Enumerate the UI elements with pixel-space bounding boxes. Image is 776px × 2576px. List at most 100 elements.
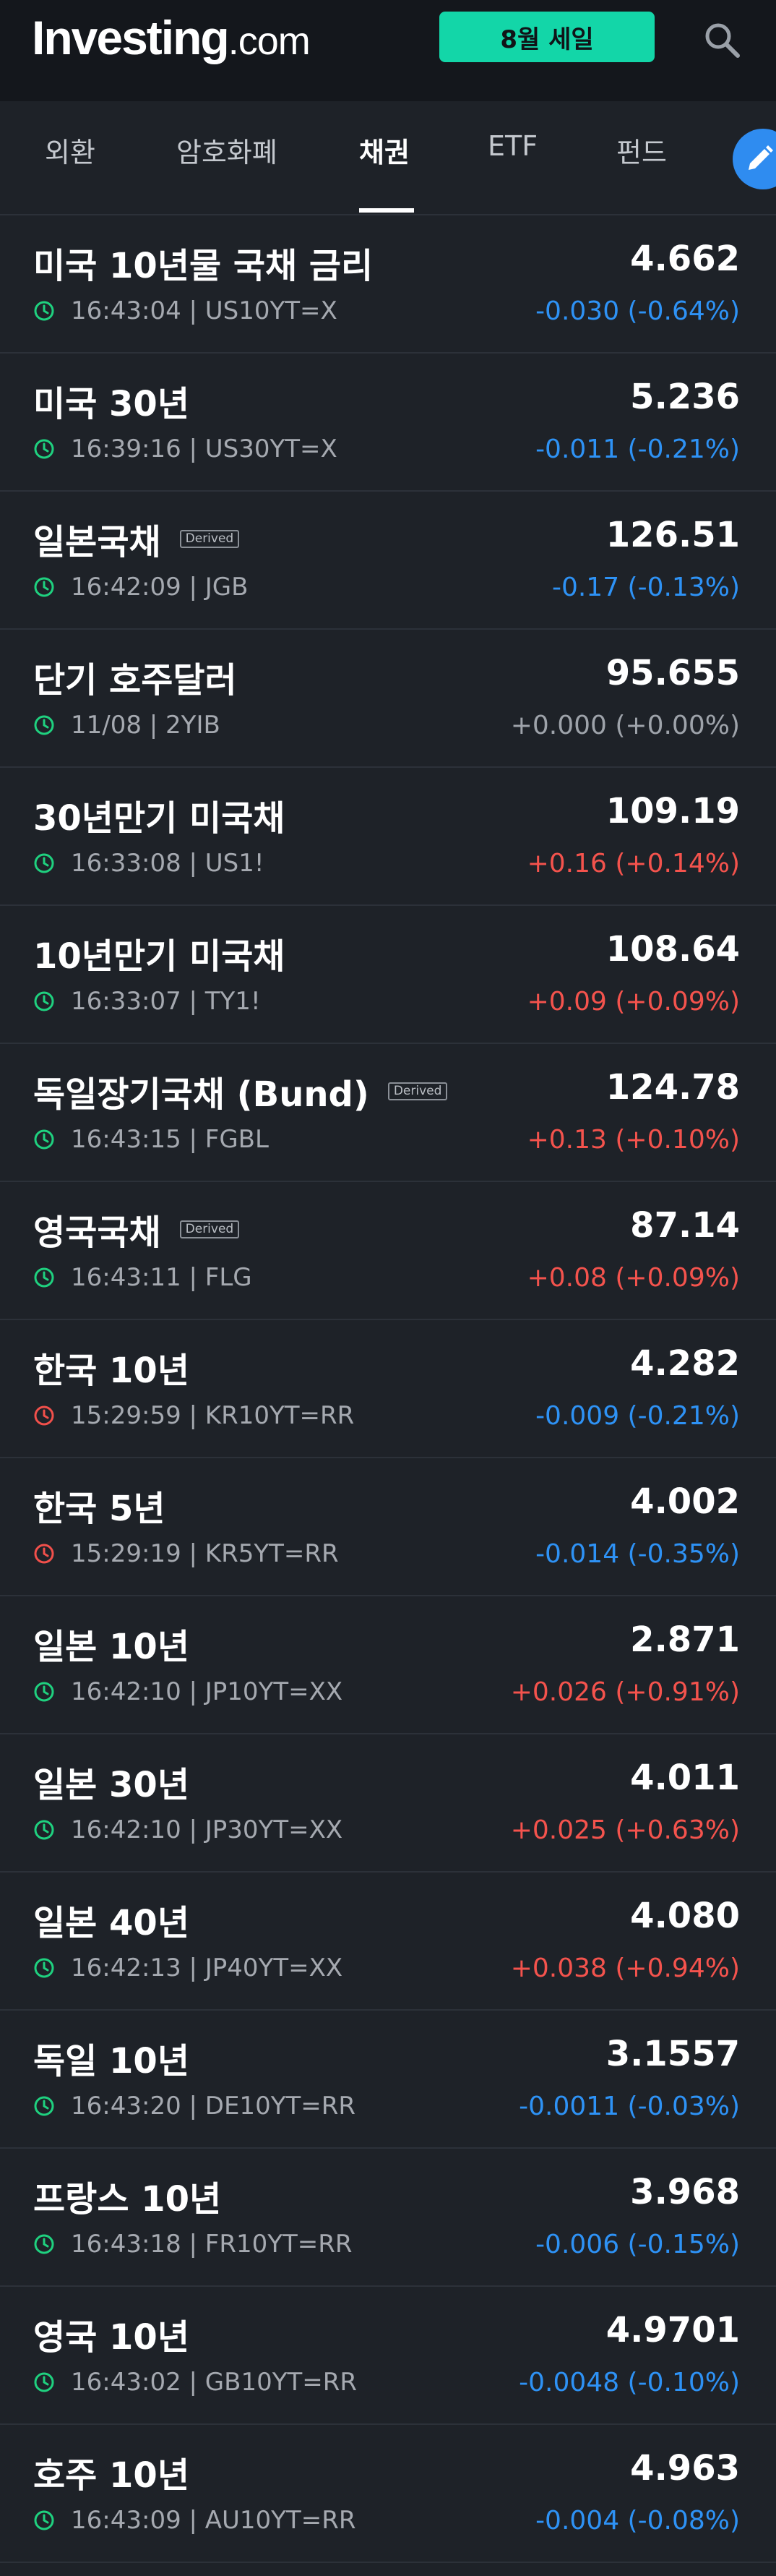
instrument-time-symbol: 16:42:13 | JP40YT=XX [71, 1954, 343, 1982]
instrument-change: -0.0048 (-0.10%) [519, 2368, 740, 2397]
instrument-row[interactable]: 프랑스 10년 3.968 16:43:18 | FR10YT=RR -0.00… [0, 2149, 776, 2287]
instrument-row[interactable]: 일본 30년 4.011 16:42:10 | JP30YT=XX +0.025… [0, 1734, 776, 1873]
instrument-time-symbol: 16:42:10 | JP30YT=XX [71, 1815, 343, 1844]
instrument-time-symbol: 16:43:15 | FGBL [71, 1125, 269, 1154]
instrument-price: 87.14 [630, 1205, 740, 1246]
tab-crypto[interactable]: 암호화폐 [176, 130, 277, 170]
instrument-row[interactable]: 미국 10년물 국채 금리 4.662 16:43:04 | US10YT=X … [0, 215, 776, 354]
clock-icon [34, 1544, 54, 1564]
instrument-meta: 15:29:59 | KR10YT=RR [33, 1401, 354, 1430]
instrument-name-wrap: 미국 30년 [33, 375, 189, 426]
clock-icon [34, 2372, 54, 2392]
instrument-price: 4.011 [630, 1758, 740, 1798]
bond-list: 미국 10년물 국채 금리 4.662 16:43:04 | US10YT=X … [0, 215, 776, 2563]
instrument-change: -0.006 (-0.15%) [535, 2230, 740, 2259]
clock-icon [34, 1129, 54, 1150]
tab-etf[interactable]: ETF [488, 130, 538, 162]
clock-icon [34, 1682, 54, 1702]
clock-icon [34, 1267, 54, 1288]
instrument-name: 프랑스 10년 [33, 2179, 222, 2220]
instrument-change: -0.0011 (-0.03%) [519, 2092, 740, 2121]
instrument-price: 2.871 [630, 1619, 740, 1660]
instrument-meta: 16:42:09 | JGB [33, 573, 248, 602]
instrument-name-wrap: 일본 40년 [33, 1894, 189, 1945]
pencil-icon [749, 145, 773, 170]
instrument-name-wrap: 호주 10년 [33, 2447, 189, 2497]
instrument-change: -0.004 (-0.08%) [535, 2506, 740, 2536]
instrument-row[interactable]: 영국국채 Derived 87.14 16:43:11 | FLG +0.08 … [0, 1182, 776, 1320]
instrument-name-wrap: 단기 호주달러 [33, 651, 237, 702]
instrument-row[interactable]: 한국 5년 4.002 15:29:19 | KR5YT=RR -0.014 (… [0, 1458, 776, 1596]
clock-icon [34, 2510, 54, 2530]
instrument-meta: 16:33:08 | US1! [33, 849, 264, 878]
instrument-name-wrap: 영국국채 Derived [33, 1204, 240, 1254]
instrument-name-wrap: 30년만기 미국채 [33, 790, 285, 840]
instrument-change: -0.011 (-0.21%) [535, 435, 740, 464]
instrument-change: +0.025 (+0.63%) [510, 1815, 740, 1845]
instrument-row[interactable]: 영국 10년 4.9701 16:43:02 | GB10YT=RR -0.00… [0, 2287, 776, 2425]
instrument-name: 미국 10년물 국채 금리 [33, 246, 374, 286]
derived-badge: Derived [179, 529, 240, 548]
instrument-row[interactable]: 한국 10년 4.282 15:29:59 | KR10YT=RR -0.009… [0, 1320, 776, 1458]
instrument-change: +0.026 (+0.91%) [510, 1677, 740, 1707]
instrument-row[interactable]: 독일장기국채 (Bund) Derived 124.78 16:43:15 | … [0, 1044, 776, 1182]
instrument-time-symbol: 16:33:07 | TY1! [71, 987, 261, 1016]
instrument-meta: 16:43:15 | FGBL [33, 1125, 269, 1154]
tab-funds[interactable]: 펀드 [616, 130, 667, 170]
instrument-time-symbol: 11/08 | 2YIB [71, 711, 220, 740]
clock-icon [34, 301, 54, 321]
instrument-row[interactable]: 30년만기 미국채 109.19 16:33:08 | US1! +0.16 (… [0, 768, 776, 906]
sale-button[interactable]: 8월 세일 [439, 12, 655, 62]
instrument-name-wrap: 한국 5년 [33, 1480, 165, 1531]
instrument-price: 95.655 [605, 653, 740, 693]
instrument-row[interactable]: 일본 40년 4.080 16:42:13 | JP40YT=XX +0.038… [0, 1873, 776, 2011]
tab-bonds[interactable]: 채권 [359, 130, 410, 170]
instrument-row[interactable]: 10년만기 미국채 108.64 16:33:07 | TY1! +0.09 (… [0, 906, 776, 1044]
derived-badge: Derived [387, 1082, 448, 1100]
logo-brand: Investing [32, 11, 230, 64]
instrument-price: 4.662 [630, 239, 740, 279]
instrument-name-wrap: 일본국채 Derived [33, 513, 240, 564]
instrument-name-wrap: 독일장기국채 (Bund) Derived [33, 1066, 448, 1116]
instrument-name: 호주 10년 [33, 2455, 189, 2496]
instrument-price: 5.236 [630, 377, 740, 417]
instrument-row[interactable]: 호주 10년 4.963 16:43:09 | AU10YT=RR -0.004… [0, 2425, 776, 2563]
edit-button[interactable] [733, 129, 776, 189]
investing-logo[interactable]: Investing.com [32, 10, 311, 65]
instrument-time-symbol: 15:29:59 | KR10YT=RR [71, 1401, 355, 1430]
instrument-row[interactable]: 독일 10년 3.1557 16:43:20 | DE10YT=RR -0.00… [0, 2011, 776, 2149]
instrument-name: 한국 5년 [33, 1489, 165, 1529]
derived-badge: Derived [179, 1220, 240, 1238]
instrument-row[interactable]: 일본 10년 2.871 16:42:10 | JP10YT=XX +0.026… [0, 1596, 776, 1734]
instrument-name-wrap: 10년만기 미국채 [33, 928, 285, 978]
tab-forex[interactable]: 외환 [45, 130, 95, 170]
search-icon [705, 23, 740, 58]
top-header: Investing.com 8월 세일 [0, 0, 776, 101]
instrument-time-symbol: 16:42:09 | JGB [71, 573, 249, 602]
instrument-name: 영국국채 [33, 1212, 161, 1253]
instrument-row[interactable]: 일본국채 Derived 126.51 16:42:09 | JGB -0.17… [0, 492, 776, 630]
clock-icon [34, 439, 54, 459]
instrument-name: 미국 30년 [33, 384, 189, 424]
instrument-name-wrap: 미국 10년물 국채 금리 [33, 237, 373, 288]
instrument-price: 124.78 [605, 1067, 740, 1108]
clock-icon [34, 2234, 54, 2254]
search-button[interactable] [697, 14, 747, 65]
instrument-meta: 16:43:11 | FLG [33, 1263, 252, 1292]
instrument-meta: 16:42:10 | JP30YT=XX [33, 1815, 342, 1844]
instrument-time-symbol: 16:43:18 | FR10YT=RR [71, 2230, 353, 2259]
instrument-change: +0.08 (+0.09%) [527, 1263, 740, 1293]
instrument-price: 4.002 [630, 1481, 740, 1522]
instrument-name: 영국 10년 [33, 2317, 189, 2358]
clock-icon [34, 853, 54, 873]
instrument-name: 10년만기 미국채 [33, 936, 285, 977]
instrument-time-symbol: 16:43:02 | GB10YT=RR [71, 2368, 357, 2397]
instrument-row[interactable]: 단기 호주달러 95.655 11/08 | 2YIB +0.000 (+0.0… [0, 630, 776, 768]
instrument-price: 3.1557 [605, 2034, 740, 2074]
instrument-name: 일본 10년 [33, 1627, 189, 1667]
instrument-price: 3.968 [630, 2172, 740, 2212]
instrument-row[interactable]: 미국 30년 5.236 16:39:16 | US30YT=X -0.011 … [0, 354, 776, 492]
instrument-change: -0.014 (-0.35%) [535, 1539, 740, 1569]
instrument-name-wrap: 한국 10년 [33, 1342, 189, 1392]
instrument-meta: 16:43:18 | FR10YT=RR [33, 2230, 353, 2259]
